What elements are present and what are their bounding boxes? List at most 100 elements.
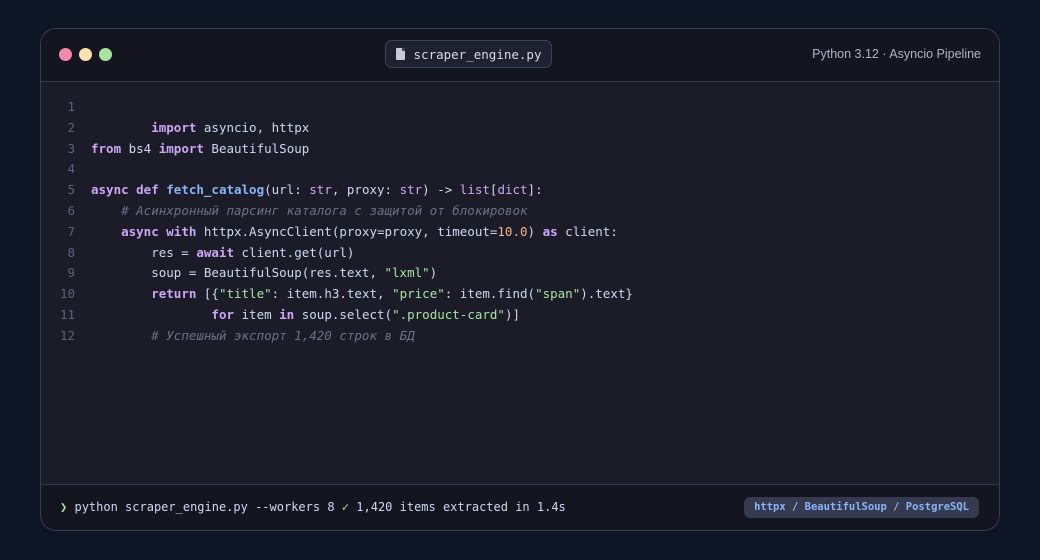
code-text: return [{"title": item.h3.text, "price":… <box>91 283 633 304</box>
code-window: scraper_engine.py Python 3.12 · Asyncio … <box>40 28 1000 531</box>
terminal-result: 1,420 items extracted in 1.4s <box>356 500 566 514</box>
code-token: soup = BeautifulSoup(res.text, <box>91 265 385 281</box>
line-number: 10 <box>59 286 75 302</box>
code-text: from bs4 import BeautifulSoup <box>91 138 309 159</box>
code-token: soup.select( <box>294 307 393 322</box>
code-token: "lxml" <box>384 265 430 281</box>
code-text: for item in soup.select(".product-card")… <box>91 304 520 325</box>
terminal-command: python scraper_engine.py --workers 8 <box>74 500 335 514</box>
close-window-button[interactable] <box>59 48 72 61</box>
terminal-output: ❯ python scraper_engine.py --workers 8 ✓… <box>60 498 566 516</box>
code-token: as <box>542 223 558 239</box>
code-token: in <box>279 307 295 322</box>
code-token: import <box>158 140 204 156</box>
code-token: [{ <box>196 286 219 302</box>
code-token: BeautifulSoup <box>203 140 310 156</box>
code-token: res = <box>91 244 197 260</box>
code-token: )] <box>504 307 521 322</box>
code-token: list <box>459 182 490 198</box>
code-line[interactable]: 3 from bs4 import BeautifulSoup <box>41 138 999 159</box>
code-token: 10.0 <box>497 223 528 239</box>
line-number: 7 <box>67 223 75 239</box>
code-token: ) <box>429 265 438 281</box>
code-token: ) -> <box>422 182 460 198</box>
tech-stack-badge: httpx / BeautifulSoup / PostgreSQL <box>744 497 979 518</box>
code-line[interactable]: 5 async def fetch_catalog(url: str, proxy… <box>41 179 999 200</box>
code-token: : item.find( <box>444 286 536 302</box>
code-line[interactable]: 2 import asyncio, httpx <box>41 117 999 138</box>
code-token: ) <box>527 223 543 239</box>
line-number: 5 <box>67 182 75 198</box>
code-token: str <box>399 182 423 198</box>
code-token: return <box>151 286 197 302</box>
code-line[interactable]: 4 <box>41 158 999 179</box>
code-line[interactable]: 9 soup = BeautifulSoup(res.text, "lxml") <box>41 262 999 283</box>
code-token: ]: <box>527 182 543 198</box>
code-token: "span" <box>535 286 581 302</box>
code-token: client.get(url) <box>234 244 355 260</box>
code-text: soup = BeautifulSoup(res.text, "lxml") <box>91 262 437 283</box>
code-line[interactable]: 1 <box>41 96 999 117</box>
line-number: 2 <box>67 119 75 135</box>
code-line[interactable]: 10 return [{"title": item.h3.text, "pric… <box>41 283 999 304</box>
code-token: : item.h3.text, <box>271 286 393 302</box>
code-line[interactable]: 12 # Успешный экспорт 1,420 строк в БД <box>41 325 999 346</box>
code-token: for <box>211 307 234 322</box>
code-token: "price" <box>392 286 445 302</box>
line-number: 6 <box>67 203 75 218</box>
runtime-label: Python 3.12 · Asyncio Pipeline <box>812 47 981 61</box>
code-token: item <box>234 307 280 322</box>
code-line[interactable]: 8 res = await client.get(url) <box>41 242 999 263</box>
code-token: dict <box>497 182 528 198</box>
code-token: (url: <box>264 182 310 198</box>
code-token: # Успешный экспорт 1,420 строк в БД <box>151 327 415 343</box>
code-token: httpx.AsyncClient(proxy=proxy, timeout= <box>196 223 498 239</box>
code-text: # Асинхронный парсинг каталога с защитой… <box>91 200 528 221</box>
code-token: async def <box>91 182 159 198</box>
code-text: # Успешный экспорт 1,420 строк в БД <box>91 325 415 346</box>
code-line[interactable]: 6 # Асинхронный парсинг каталога с защит… <box>41 200 999 221</box>
title-bar: scraper_engine.py Python 3.12 · Asyncio … <box>41 29 999 82</box>
line-number: 3 <box>67 140 75 156</box>
code-line[interactable]: 11 for item in soup.select(".product-car… <box>41 304 999 325</box>
file-icon <box>395 48 405 60</box>
minimize-window-button[interactable] <box>79 48 92 61</box>
prompt-icon: ❯ <box>60 500 68 514</box>
line-number: 11 <box>59 307 75 322</box>
terminal-footer: ❯ python scraper_engine.py --workers 8 ✓… <box>41 484 999 530</box>
line-number: 12 <box>59 327 75 343</box>
code-token: import <box>151 119 197 135</box>
code-token: str <box>309 182 332 198</box>
code-text: res = await client.get(url) <box>91 242 354 263</box>
code-token: , proxy: <box>331 182 400 198</box>
code-text: import asyncio, httpx <box>91 117 309 138</box>
code-text: async with httpx.AsyncClient(proxy=proxy… <box>91 221 618 242</box>
tab-scraper-engine[interactable]: scraper_engine.py <box>385 40 552 68</box>
code-token: ).text} <box>580 286 633 302</box>
line-number: 9 <box>67 265 75 281</box>
code-token: "title" <box>218 286 272 302</box>
code-token: asyncio, httpx <box>196 119 310 135</box>
code-token: async with <box>121 223 197 239</box>
code-token: # Асинхронный парсинг каталога с защитой… <box>121 203 528 218</box>
line-number: 1 <box>67 99 75 114</box>
tab-filename: scraper_engine.py <box>413 46 542 62</box>
code-token: await <box>196 244 234 260</box>
code-editor[interactable]: 12 import asyncio, httpx 3 from bs4 import… <box>41 82 999 487</box>
code-token: ".product-card" <box>392 307 505 322</box>
check-icon: ✓ <box>341 500 350 514</box>
code-token: bs4 <box>121 140 159 156</box>
code-token: from <box>91 140 122 156</box>
code-line[interactable]: 7 async with httpx.AsyncClient(proxy=pro… <box>41 221 999 242</box>
line-number: 4 <box>67 161 75 177</box>
line-number: 8 <box>67 244 75 260</box>
code-text: async def fetch_catalog(url: str, proxy:… <box>91 179 543 200</box>
maximize-window-button[interactable] <box>99 48 112 61</box>
code-token: fetch_catalog <box>166 182 265 198</box>
